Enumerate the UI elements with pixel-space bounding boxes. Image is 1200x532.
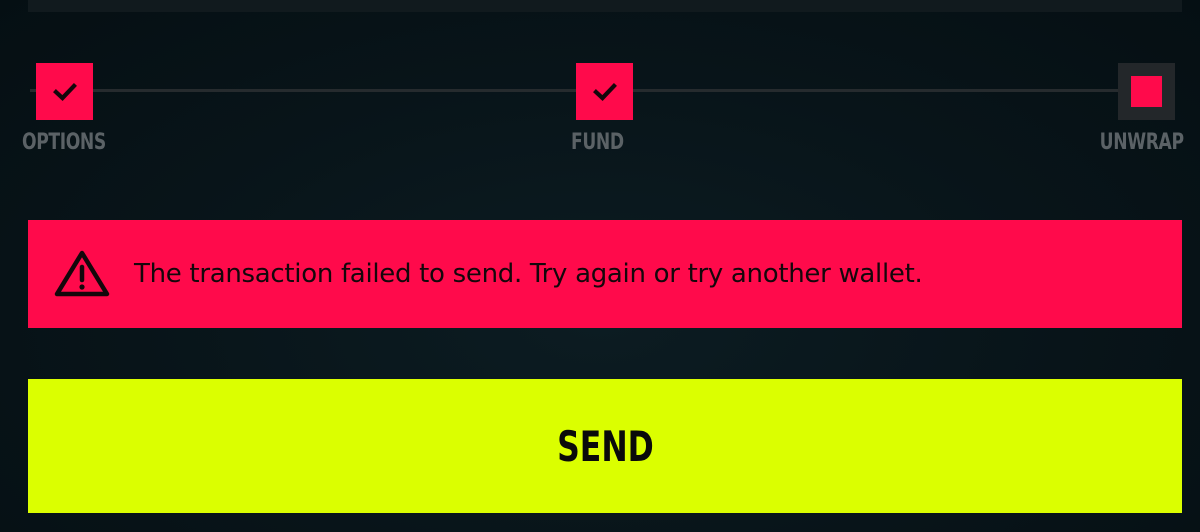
square-icon — [1131, 76, 1162, 107]
step-unwrap-label: UNWRAP — [1100, 130, 1184, 155]
progress-stepper: OPTIONS FUND UNWRAP — [0, 0, 1200, 180]
error-alert: The transaction failed to send. Try agai… — [28, 220, 1182, 328]
step-fund-marker — [576, 63, 633, 120]
step-options-marker — [36, 63, 93, 120]
error-message: The transaction failed to send. Try agai… — [134, 259, 923, 289]
warning-triangle-icon — [52, 248, 112, 300]
step-fund-label: FUND — [571, 130, 624, 155]
check-icon — [52, 82, 77, 101]
send-button[interactable]: SEND — [28, 379, 1182, 513]
step-unwrap-marker — [1118, 63, 1175, 120]
send-button-label: SEND — [556, 421, 654, 471]
unwrap-page: OPTIONS FUND UNWRAP The transaction fail… — [0, 0, 1200, 532]
check-icon — [592, 82, 617, 101]
step-options-label: OPTIONS — [22, 130, 106, 155]
